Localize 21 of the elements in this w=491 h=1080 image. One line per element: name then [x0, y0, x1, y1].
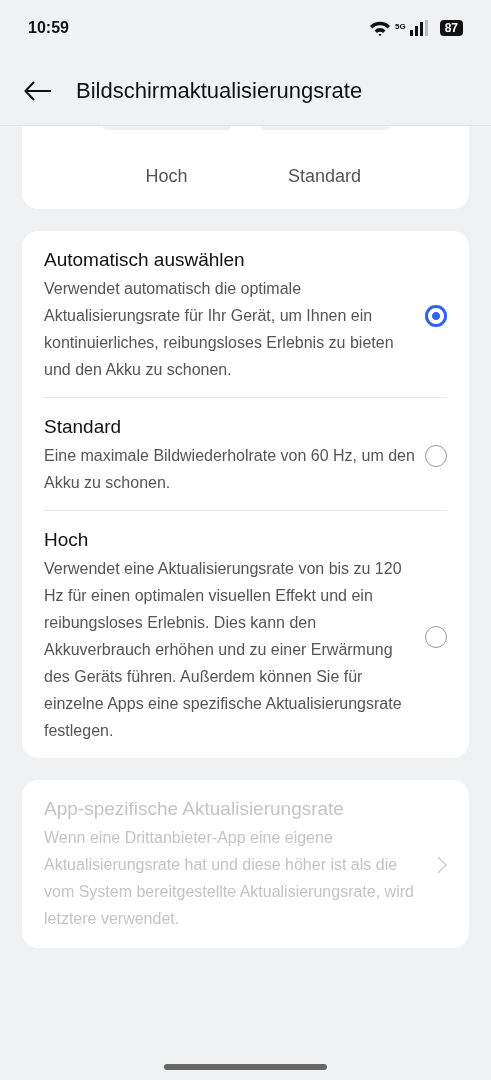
radio-button[interactable] [425, 305, 447, 327]
page-title: Bildschirmaktualisierungsrate [76, 77, 363, 104]
signal-icon [409, 20, 428, 36]
option-title: Hoch [44, 529, 90, 551]
preview-label: Standard [287, 166, 362, 187]
battery-level: 87 [439, 20, 463, 36]
option-title: Standard [44, 416, 123, 438]
option-description: Verwendet automatisch die optimale Aktualisierungsrate für Ihr Gerät, um Ihnen ein kontinuierliches, reibungsloses Erlebnis zu bieten und den Akku zu schonen. [44, 279, 395, 380]
preview-label: Hoch [145, 166, 188, 187]
option-title: App-spezifische Aktualisierungsrate [44, 798, 345, 820]
wifi-icon [368, 20, 391, 36]
option-title: Automatisch auswählen [44, 249, 246, 271]
option-row[interactable]: Automatisch auswählen Verwendet automatisch die optimale Aktualisierungsrate für Ihr Gerät, um Ihnen ein kontinuierliches, reibungsloses Erlebnis zu bieten und den Akku zu schonen. [44, 231, 447, 397]
option-row[interactable]: Standard Eine maximale Bildwiederholrate von 60 Hz, um den Akku zu schonen. [44, 397, 447, 510]
status-time: 10:59 [28, 19, 69, 37]
option-description: Verwendet eine Aktualisierungsrate von bis zu 120 Hz für einen optimalen visuellen Effekt und ein reibungsloses Erlebnis. Dies kann den Akkuverbrauch erhöhen und zu einer Erwärmung des Geräts führen. Außerdem können Sie für einzelne Apps eine spezifische Aktualisierungsrate festlegen. [44, 559, 403, 741]
option-description: Wenn eine Drittanbieter-App eine eigene Aktualisierungsrate hat und diese höher ist als die vom System bereitgestellte Aktualisierungsrate, wird letztere verwendet. [44, 828, 415, 929]
chevron-right-icon [437, 856, 447, 874]
network-label: 5G [394, 22, 406, 31]
back-arrow-icon[interactable] [24, 80, 52, 101]
option-description: Eine maximale Bildwiederholrate von 60 Hz, um den Akku zu schonen. [44, 446, 416, 493]
